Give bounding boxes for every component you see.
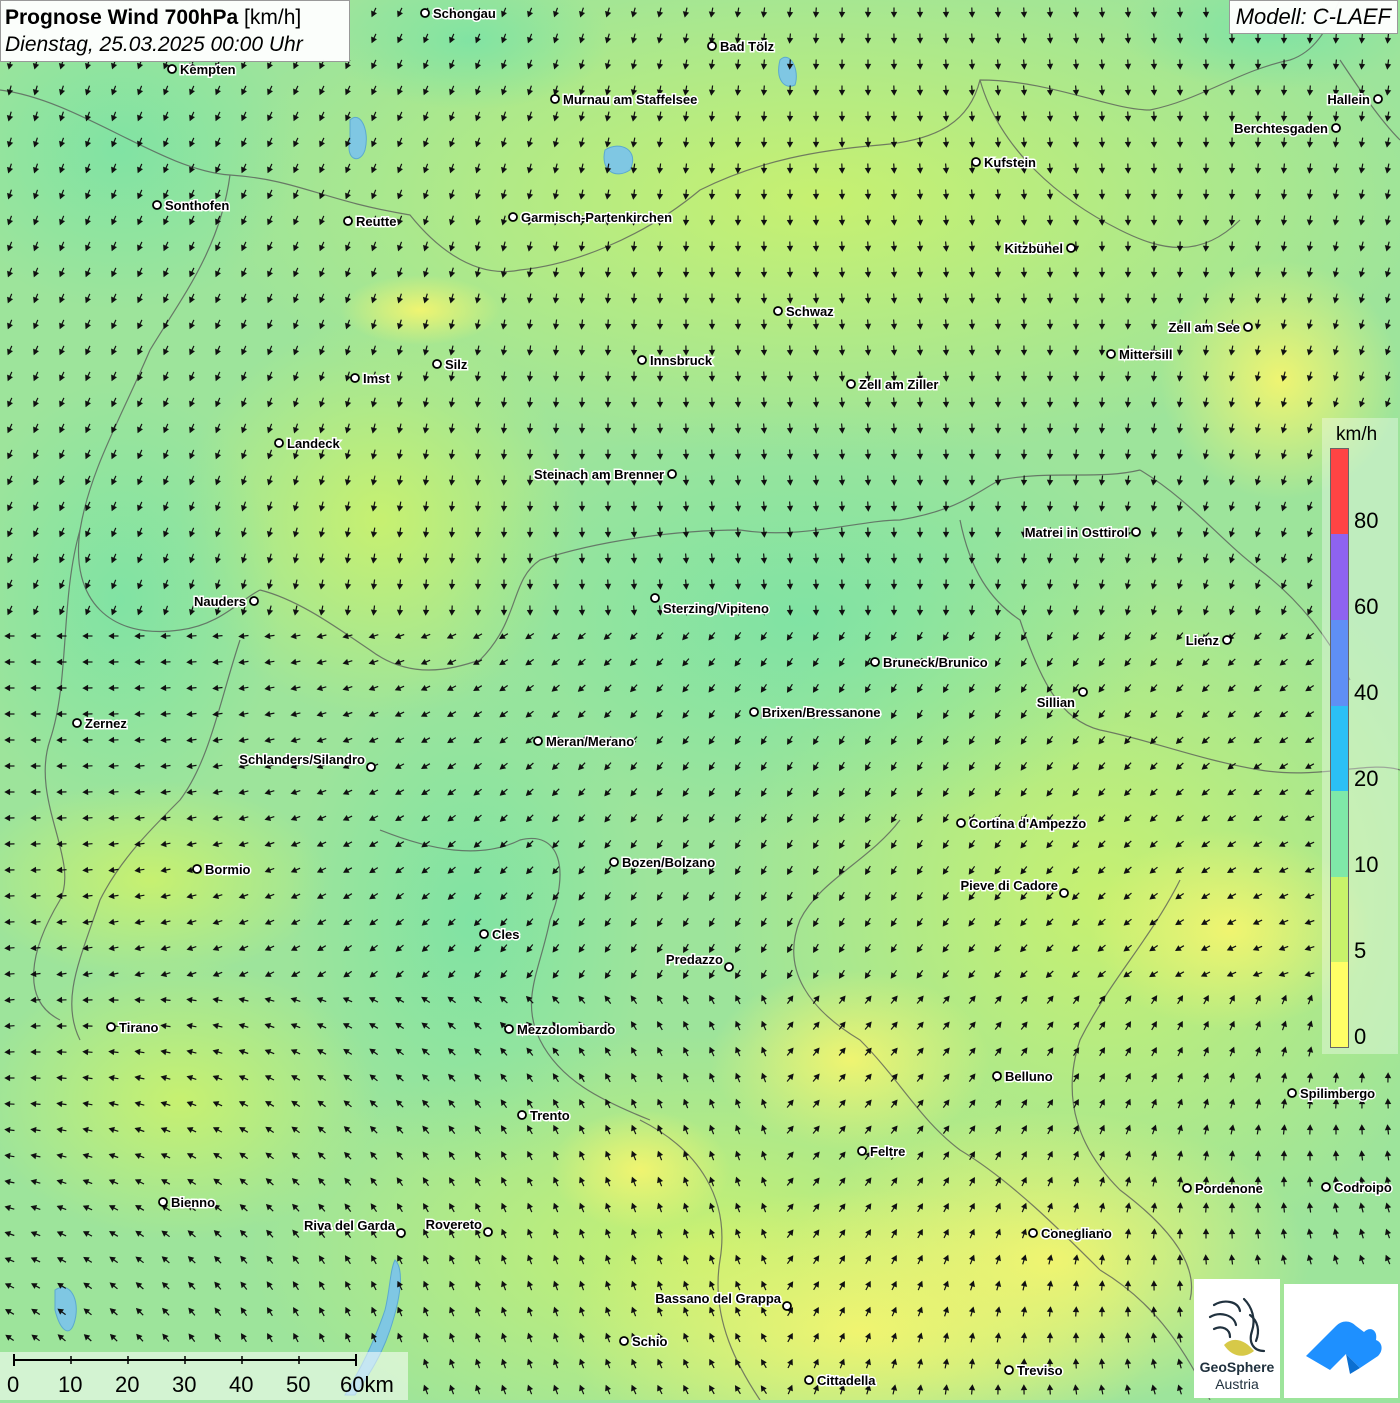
wind-map[interactable]: SchongauBad TölzKemptenMurnau am Staffel…: [0, 0, 1400, 1400]
